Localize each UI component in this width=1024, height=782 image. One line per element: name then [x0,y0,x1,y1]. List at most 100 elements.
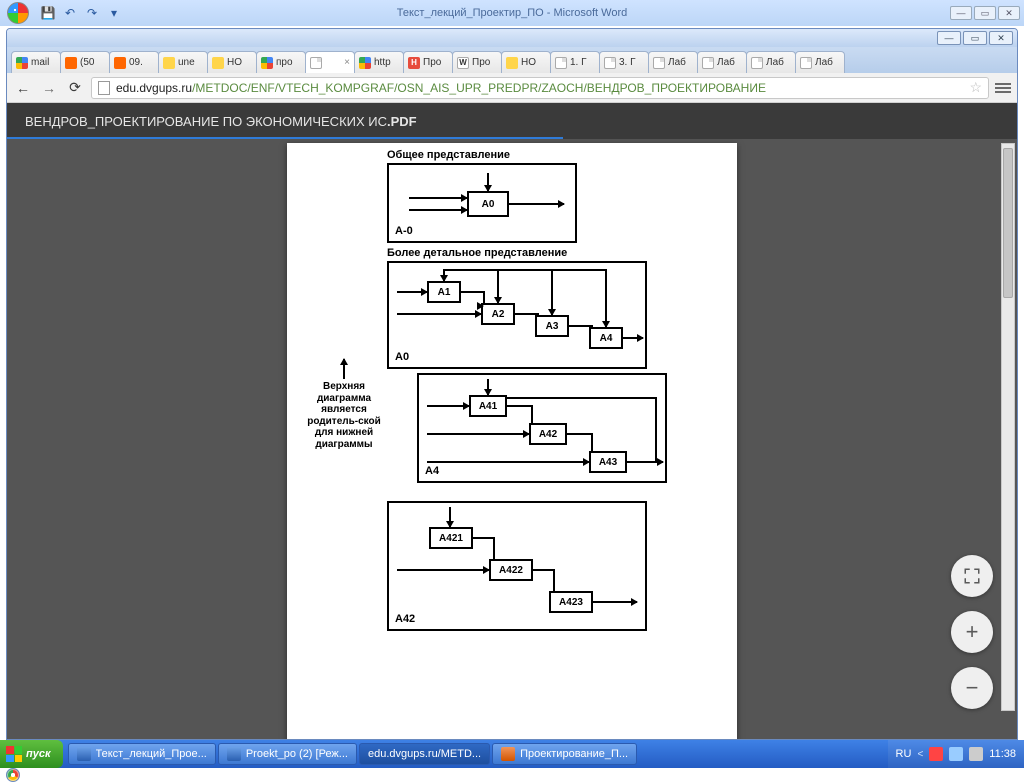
browser-tab[interactable]: Лаб [795,51,845,73]
qat-dropdown-icon[interactable]: ▾ [106,5,122,21]
chrome-tabstrip: mail(5009.uneНОпро×httpHПроWПроНО1. Г3. … [7,47,1017,73]
arrow-icon [409,197,467,199]
node-a1: A1 [427,281,461,303]
node-a422: A422 [489,559,533,581]
favicon-icon [163,57,175,69]
browser-tab[interactable]: НО [501,51,551,73]
browser-tab[interactable]: 09. [109,51,159,73]
arrow-icon [427,433,529,435]
taskbar-app-button[interactable]: edu.dvgups.ru/METD... [359,743,490,765]
fit-icon [963,567,981,585]
zoom-in-button[interactable]: + [951,611,993,653]
arrow-icon [551,269,553,315]
word-minimize-button[interactable]: — [950,6,972,20]
browser-tab[interactable]: WПро [452,51,502,73]
volume-icon[interactable] [969,747,983,761]
browser-tab[interactable]: Лаб [648,51,698,73]
tab-label: (50 [80,57,94,68]
browser-tab[interactable]: http [354,51,404,73]
word-maximize-button[interactable]: ▭ [974,6,996,20]
taskbar-app-label: edu.dvgups.ru/METD... [368,748,481,760]
tab-close-icon[interactable]: × [344,57,350,68]
pdf-viewer[interactable]: Общее представление A0 A-0 Более детальн… [7,139,1017,739]
office-button[interactable] [0,0,36,26]
security-icon[interactable] [929,747,943,761]
chrome-close-button[interactable]: ✕ [989,31,1013,45]
undo-icon[interactable]: ↶ [62,5,78,21]
vertical-scrollbar[interactable] [1001,143,1015,711]
favicon-icon [114,57,126,69]
arrow-icon [497,269,499,303]
favicon-icon [702,57,714,69]
pdf-toolbar: ВЕНДРОВ_ПРОЕКТИРОВАНИЕ ПО ЭКОНОМИЧЕСКИХ … [7,103,1017,139]
arrow-icon [409,209,467,211]
arrow-icon [623,337,643,339]
redo-icon[interactable]: ↷ [84,5,100,21]
scrollbar-thumb[interactable] [1003,148,1013,298]
frame-label-a0: A0 [395,351,409,363]
browser-tab[interactable]: про [256,51,306,73]
node-a0: A0 [467,191,509,217]
browser-tab[interactable]: 3. Г [599,51,649,73]
node-a421: A421 [429,527,473,549]
tab-label: Про [472,57,490,68]
browser-tab[interactable]: Лаб [746,51,796,73]
tab-label: http [374,57,391,68]
windows-logo-icon [6,746,22,762]
frame-label-a4: A4 [425,465,439,477]
word-titlebar: 💾 ↶ ↷ ▾ Текст_лекций_Проектир_ПО - Micro… [0,0,1024,26]
bookmark-star-icon[interactable]: ☆ [969,79,982,96]
quick-access-toolbar: 💾 ↶ ↷ ▾ [36,5,126,21]
browser-tab[interactable]: mail [11,51,61,73]
browser-tab[interactable]: НО [207,51,257,73]
tab-label: НО [227,57,242,68]
node-a41: A41 [469,395,507,417]
language-indicator[interactable]: RU [896,748,912,760]
chrome-caption-bar: — ▭ ✕ [7,29,1017,47]
tab-label: 09. [129,57,143,68]
tab-label: mail [31,57,49,68]
browser-tab[interactable]: HПро [403,51,453,73]
fit-page-button[interactable] [951,555,993,597]
browser-tab[interactable]: une [158,51,208,73]
diagram-heading-1: Общее представление [387,149,677,161]
save-icon[interactable]: 💾 [40,5,56,21]
taskbar-app-button[interactable]: Текст_лекций_Прое... [68,743,216,765]
network-icon[interactable] [949,747,963,761]
taskbar-app-button[interactable]: Проектирование_П... [492,743,637,765]
favicon-icon [65,57,77,69]
taskbar-app-button[interactable]: Proekt_po (2) [Реж... [218,743,357,765]
chrome-maximize-button[interactable]: ▭ [963,31,987,45]
arrow-icon [397,313,481,315]
arrow-icon [509,203,564,205]
forward-button[interactable]: → [39,78,59,98]
node-a3: A3 [535,315,569,337]
browser-tab[interactable]: 1. Г [550,51,600,73]
word-icon [77,747,91,761]
system-tray: RU < 11:38 [888,740,1024,768]
back-button[interactable]: ← [13,78,33,98]
browser-tab[interactable]: Лаб [697,51,747,73]
arrow-icon [487,173,489,191]
reload-button[interactable]: ⟳ [65,78,85,98]
tray-expand-icon[interactable]: < [917,749,923,760]
start-label: пуск [26,748,51,760]
favicon-icon [604,57,616,69]
browser-tab[interactable]: (50 [60,51,110,73]
browser-tab[interactable]: × [305,51,355,73]
favicon-icon [800,57,812,69]
word-close-button[interactable]: ✕ [998,6,1020,20]
arrow-up-icon [343,359,345,379]
diagram-heading-2: Более детальное представление [387,247,677,259]
clock[interactable]: 11:38 [989,748,1016,760]
tab-label: Лаб [717,57,735,68]
zoom-out-button[interactable]: − [951,667,993,709]
favicon-icon [212,57,224,69]
address-bar[interactable]: edu.dvgups.ru/METDOC/ENF/VTECH_KOMPGRAF/… [91,77,989,99]
chrome-minimize-button[interactable]: — [937,31,961,45]
start-button[interactable]: пуск [0,740,63,768]
page-icon [98,81,110,95]
favicon-icon: W [457,57,469,69]
chrome-menu-button[interactable] [995,83,1011,93]
office-logo-icon [7,2,29,24]
